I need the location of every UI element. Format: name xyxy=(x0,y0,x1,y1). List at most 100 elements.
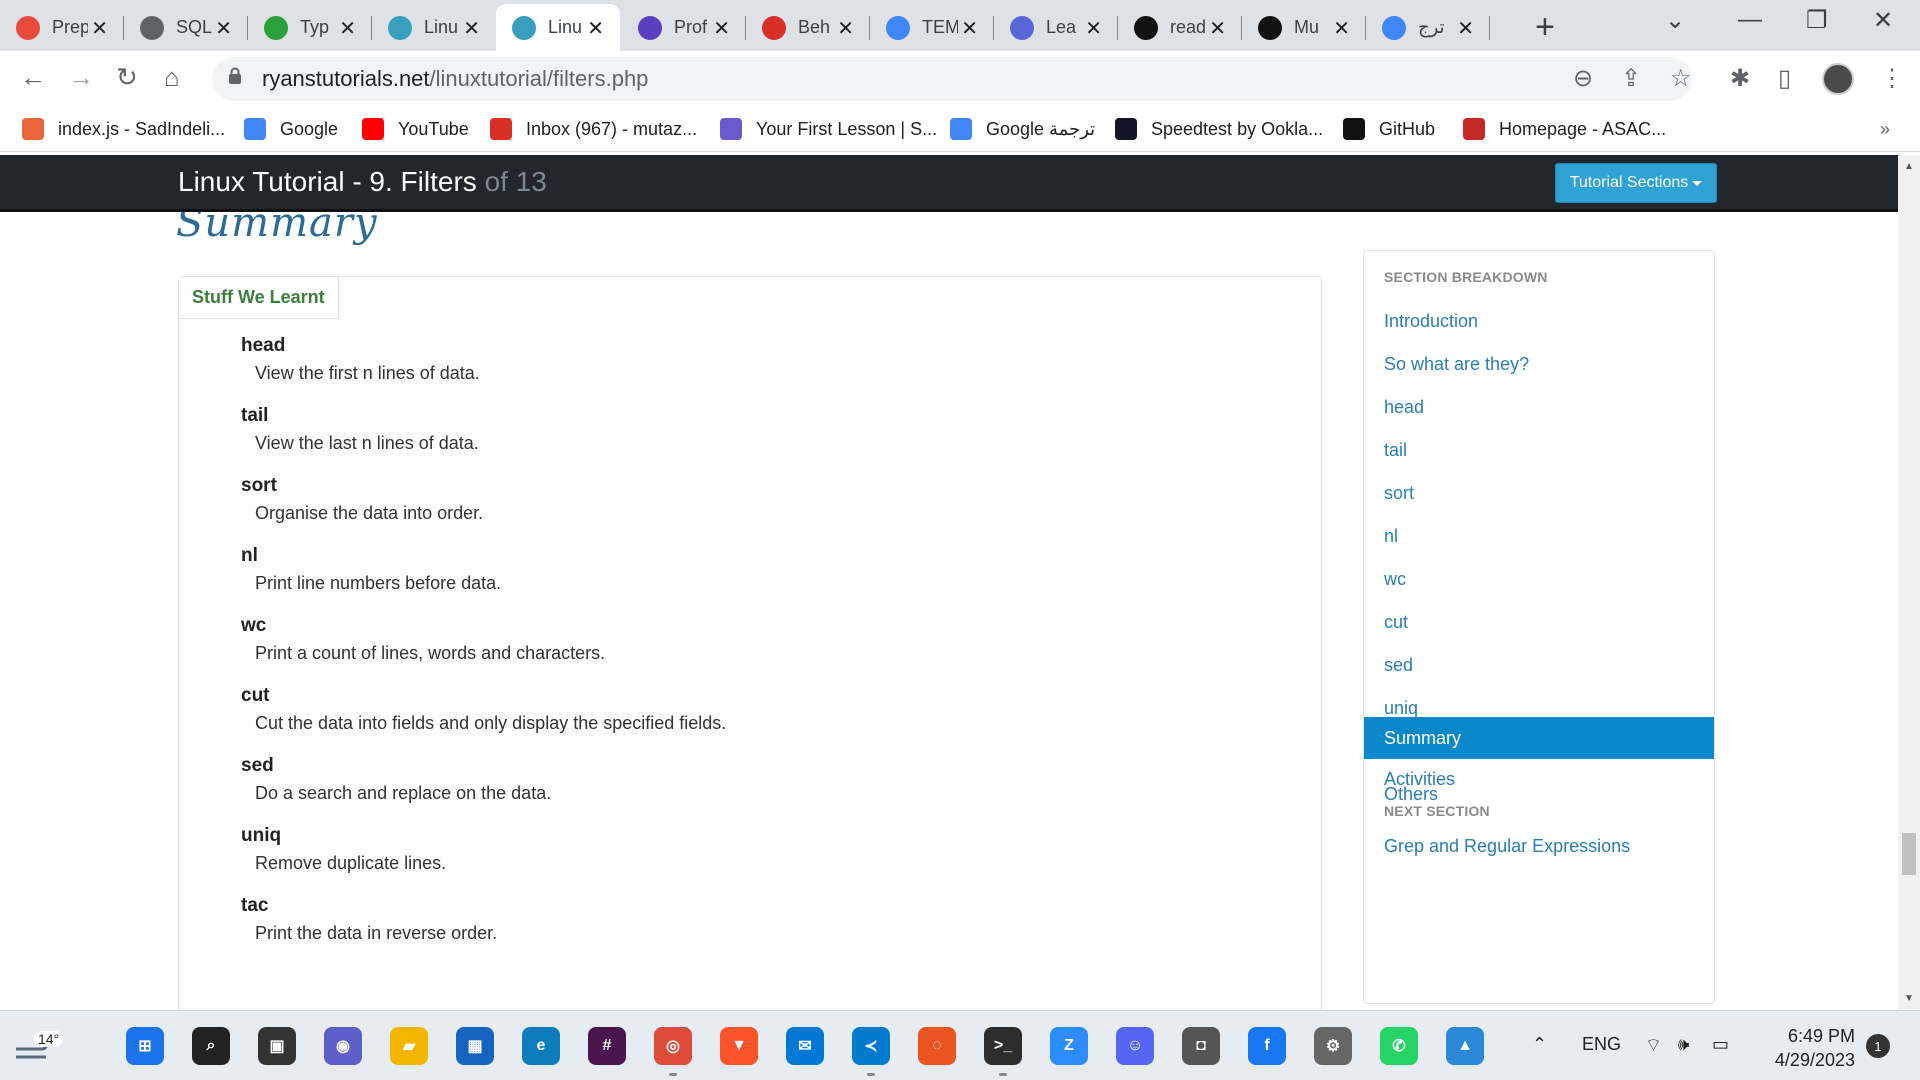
bookmark-star-icon[interactable]: ☆ xyxy=(1670,64,1692,93)
tab-close-icon[interactable]: ✕ xyxy=(1457,16,1474,41)
tab-4[interactable]: Linu ✕ xyxy=(496,4,620,51)
home-icon[interactable]: ⌂ xyxy=(164,62,180,93)
whatsapp-icon[interactable]: ✆ xyxy=(1380,1027,1418,1065)
bookmark-item[interactable]: Google xyxy=(244,115,338,143)
scroll-down-icon[interactable]: ▼ xyxy=(1904,993,1914,1004)
tab-5[interactable]: Prof ✕ xyxy=(622,4,746,51)
photos-icon[interactable]: ▲ xyxy=(1446,1027,1484,1065)
file-explorer-icon[interactable]: ▰ xyxy=(390,1027,428,1065)
search-icon[interactable]: ⌕ xyxy=(192,1027,230,1065)
sidebar-item-7[interactable]: cut xyxy=(1384,612,1408,633)
page-title[interactable]: Linux Tutorial - 9. Filters of 13 xyxy=(178,166,547,198)
battery-icon[interactable]: ▭ xyxy=(1712,1034,1729,1055)
tab-search-chevron-icon[interactable]: ⌄ xyxy=(1665,6,1685,35)
vscode-icon[interactable]: ≺ xyxy=(852,1027,890,1065)
scroll-thumb[interactable] xyxy=(1902,833,1916,875)
sidebar-item-activities[interactable]: Activities xyxy=(1384,769,1455,790)
tab-3[interactable]: Linu ✕ xyxy=(372,4,496,51)
tutorial-sections-button[interactable]: Tutorial Sections xyxy=(1555,163,1717,203)
wifi-icon[interactable]: ⌔ xyxy=(1645,1034,1662,1057)
sidebar-item-4[interactable]: sort xyxy=(1384,483,1414,504)
tab-9[interactable]: read ✕ xyxy=(1118,4,1242,51)
terminal-icon[interactable]: >_ xyxy=(984,1027,1022,1065)
tab-10[interactable]: Mu ✕ xyxy=(1242,4,1366,51)
sidebar-item-1[interactable]: So what are they? xyxy=(1384,354,1529,375)
restore-icon[interactable]: ❐ xyxy=(1806,6,1828,35)
tab-8[interactable]: Lea ✕ xyxy=(994,4,1118,51)
page-scrollbar[interactable]: ▲ ▼ xyxy=(1898,155,1920,1010)
store-icon[interactable]: ▦ xyxy=(456,1027,494,1065)
volume-icon[interactable]: 🕪 xyxy=(1678,1034,1689,1055)
tab-close-icon[interactable]: ✕ xyxy=(713,16,730,41)
sidebar-item-0[interactable]: Introduction xyxy=(1384,311,1478,332)
forward-arrow-icon[interactable]: → xyxy=(68,62,94,93)
zoom-icon[interactable]: Z xyxy=(1050,1027,1088,1065)
bookmark-item[interactable]: index.js - SadIndeli... xyxy=(22,115,225,143)
mail-icon[interactable]: ✉ xyxy=(786,1027,824,1065)
ubuntu-icon[interactable]: ◌ xyxy=(918,1027,956,1065)
profile-avatar[interactable] xyxy=(1822,63,1854,95)
tray-overflow-chevron-icon[interactable]: ⌃ xyxy=(1532,1034,1547,1055)
tab-close-icon[interactable]: ✕ xyxy=(339,16,356,41)
sidebar-item-3[interactable]: tail xyxy=(1384,440,1407,461)
tab-close-icon[interactable]: ✕ xyxy=(215,16,232,41)
language-indicator[interactable]: ENG xyxy=(1582,1034,1621,1055)
task-view-icon[interactable]: ▣ xyxy=(258,1027,296,1065)
share-icon[interactable]: ⇪ xyxy=(1621,64,1641,93)
zoom-out-icon[interactable]: ⊖ xyxy=(1573,64,1593,93)
teams-chat-icon[interactable]: ◉ xyxy=(324,1027,362,1065)
tab-close-icon[interactable]: ✕ xyxy=(1209,16,1226,41)
bookmark-item[interactable]: Your First Lesson | S... xyxy=(720,115,937,143)
bookmarks-more-icon[interactable]: » xyxy=(1880,115,1890,143)
chrome-icon[interactable]: ◎ xyxy=(654,1027,692,1065)
sidebar-item-8[interactable]: sed xyxy=(1384,655,1413,676)
reload-icon[interactable]: ↻ xyxy=(116,62,138,93)
bookmark-item[interactable]: GitHub xyxy=(1343,115,1435,143)
side-panel-icon[interactable]: ▯ xyxy=(1778,64,1791,93)
extensions-puzzle-icon[interactable]: ✱ xyxy=(1730,64,1750,93)
weather-widget[interactable]: 14° xyxy=(12,1019,64,1074)
sidebar-item-2[interactable]: head xyxy=(1384,397,1424,418)
tab-1[interactable]: SQL ✕ xyxy=(124,4,248,51)
tab-close-icon[interactable]: ✕ xyxy=(1085,16,1102,41)
discord-icon[interactable]: ☺ xyxy=(1116,1027,1154,1065)
slack-icon[interactable]: # xyxy=(588,1027,626,1065)
tab-close-icon[interactable]: ✕ xyxy=(91,16,108,41)
camera-icon[interactable]: ◘ xyxy=(1182,1027,1220,1065)
tab-2[interactable]: Typ ✕ xyxy=(248,4,372,51)
next-section-link[interactable]: Grep and Regular Expressions xyxy=(1384,836,1630,857)
system-clock[interactable]: 6:49 PM 4/29/2023 xyxy=(1755,1024,1855,1072)
notification-badge[interactable]: 1 xyxy=(1866,1034,1890,1058)
settings-icon[interactable]: ⚙ xyxy=(1314,1027,1352,1065)
facebook-icon[interactable]: f xyxy=(1248,1027,1286,1065)
tab-0[interactable]: Prep ✕ xyxy=(0,4,124,51)
more-menu-icon[interactable]: ⋮ xyxy=(1880,64,1904,93)
panel-tab-stuff-we-learnt[interactable]: Stuff We Learnt xyxy=(179,277,339,319)
url-text[interactable]: ryanstutorials.net/linuxtutorial/filters… xyxy=(262,66,648,92)
tab-close-icon[interactable]: ✕ xyxy=(961,16,978,41)
back-arrow-icon[interactable]: ← xyxy=(20,62,46,93)
bookmark-item[interactable]: Homepage - ASAC... xyxy=(1463,115,1666,143)
minimize-icon[interactable]: — xyxy=(1738,6,1762,34)
sidebar-item-6[interactable]: wc xyxy=(1384,569,1406,590)
sidebar-item-9[interactable]: uniq xyxy=(1384,698,1418,719)
lock-icon[interactable] xyxy=(228,67,242,85)
window-close-icon[interactable]: ✕ xyxy=(1873,6,1893,35)
start-icon[interactable]: ⊞ xyxy=(126,1027,164,1065)
bookmark-item[interactable]: YouTube xyxy=(362,115,469,143)
tab-close-icon[interactable]: ✕ xyxy=(587,16,604,41)
sidebar-item-5[interactable]: nl xyxy=(1384,526,1398,547)
edge-icon[interactable]: e xyxy=(522,1027,560,1065)
brave-icon[interactable]: ▼ xyxy=(720,1027,758,1065)
tab-11[interactable]: ترج ✕ xyxy=(1366,4,1490,51)
tab-close-icon[interactable]: ✕ xyxy=(463,16,480,41)
bookmark-item[interactable]: Inbox (967) - mutaz... xyxy=(490,115,697,143)
tab-close-icon[interactable]: ✕ xyxy=(837,16,854,41)
bookmark-item[interactable]: Speedtest by Ookla... xyxy=(1115,115,1323,143)
tab-close-icon[interactable]: ✕ xyxy=(1333,16,1350,41)
sidebar-item-summary-active[interactable]: Summary xyxy=(1364,717,1714,759)
bookmark-item[interactable]: Google ترجمة xyxy=(950,115,1095,143)
tab-7[interactable]: TEM ✕ xyxy=(870,4,994,51)
new-tab-icon[interactable]: + xyxy=(1535,8,1555,47)
tab-6[interactable]: Beh ✕ xyxy=(746,4,870,51)
